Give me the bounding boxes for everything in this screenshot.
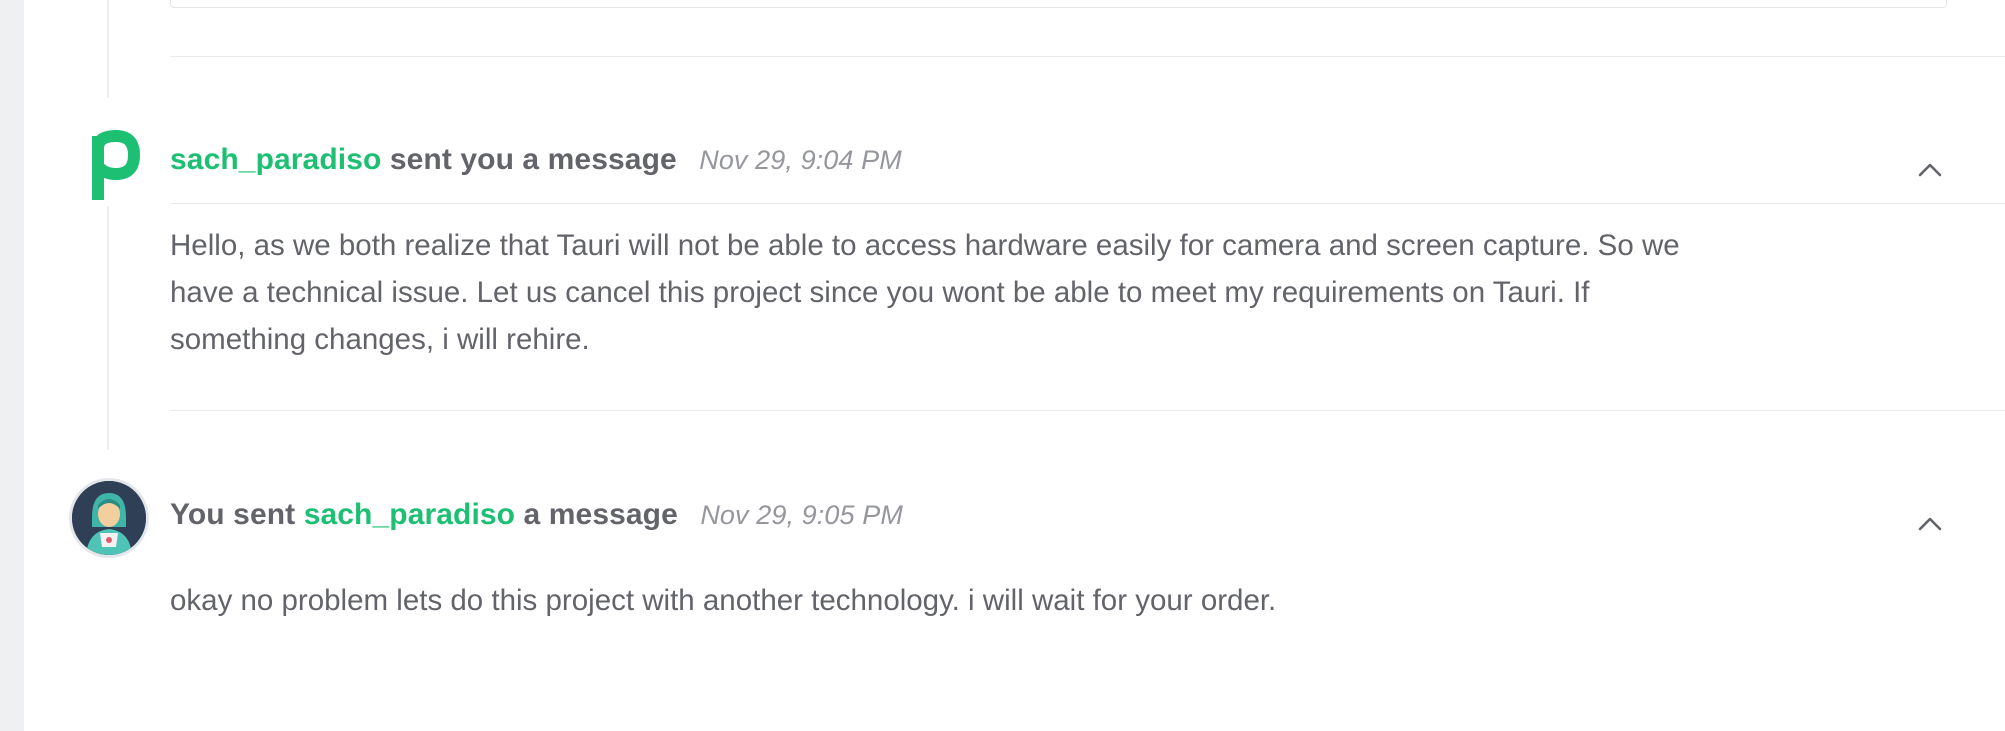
message-body: okay no problem lets do this project wit… [170, 584, 1277, 617]
message-body: Hello, as we both realize that Tauri wil… [170, 229, 1680, 356]
sender-username-link[interactable]: sach_paradiso [170, 143, 381, 176]
header-text: a message [523, 498, 678, 531]
timeline-connector [107, 206, 109, 450]
avatar-illustration [72, 481, 146, 555]
sender-avatar[interactable] [82, 126, 142, 204]
divider [170, 203, 2005, 204]
message-header: You sent sach_paradiso a message Nov 29,… [170, 498, 903, 532]
collapse-button[interactable] [1914, 154, 1946, 186]
chevron-up-icon [1918, 517, 1942, 531]
recipient-username-link[interactable]: sach_paradiso [304, 498, 515, 531]
user-avatar[interactable] [72, 481, 146, 555]
divider [170, 56, 2005, 57]
chevron-up-icon [1918, 163, 1942, 177]
previous-message-card [170, 0, 1947, 8]
timeline-connector [107, 0, 109, 98]
message-header: sach_paradiso sent you a message Nov 29,… [170, 143, 902, 177]
message-timeline: sach_paradiso sent you a message Nov 29,… [24, 0, 2005, 731]
divider [170, 410, 2005, 411]
header-text: sent you a message [389, 143, 677, 176]
collapse-button[interactable] [1914, 508, 1946, 540]
header-prefix: You sent [170, 498, 296, 531]
message-timestamp: Nov 29, 9:05 PM [700, 500, 903, 530]
message-timestamp: Nov 29, 9:04 PM [699, 145, 902, 175]
